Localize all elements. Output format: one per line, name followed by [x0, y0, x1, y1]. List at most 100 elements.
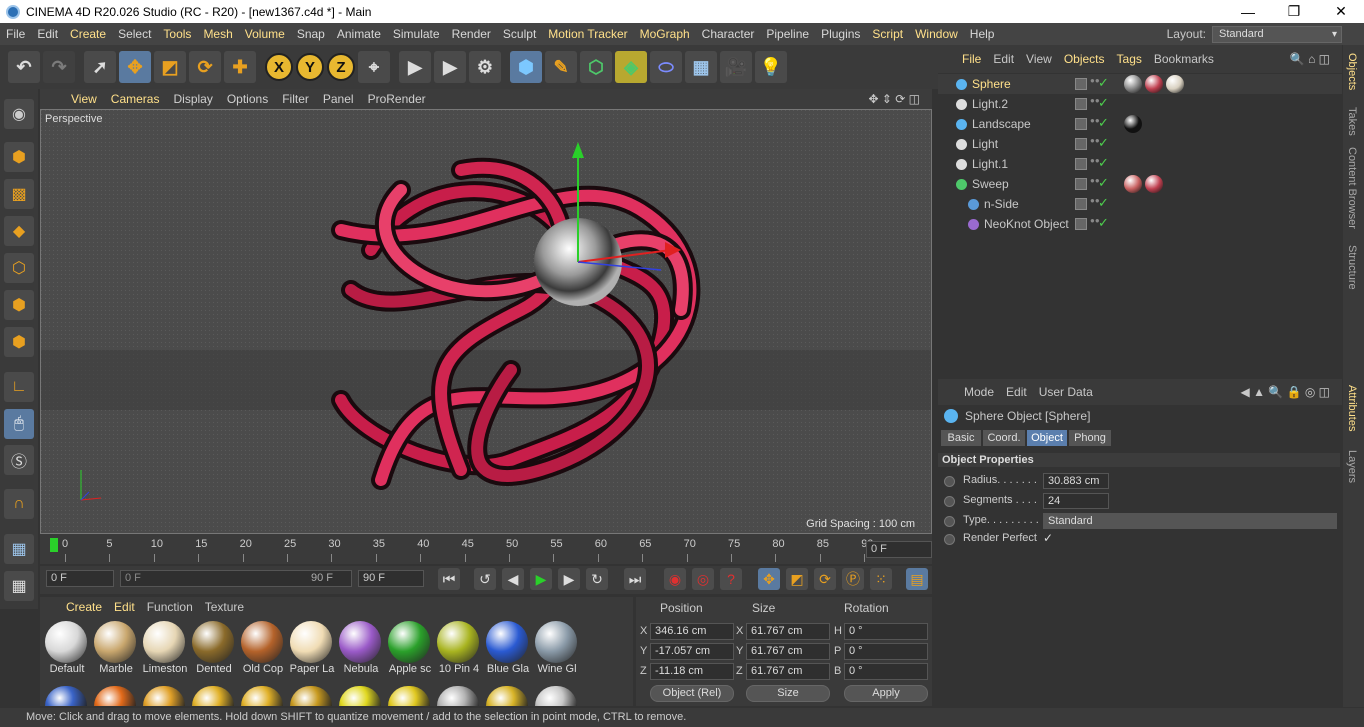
end-frame-field[interactable]: 90 F	[358, 570, 424, 587]
minimize-button[interactable]: —	[1225, 0, 1271, 23]
material-tag-icon[interactable]	[1145, 175, 1163, 193]
visibility-dots-icon[interactable]: ●●	[1090, 217, 1100, 231]
material-preview-ball[interactable]	[388, 686, 430, 706]
menu-sculpt[interactable]: Sculpt	[497, 27, 542, 41]
object-menu-objects[interactable]: Objects	[1058, 52, 1111, 66]
enabled-check-icon[interactable]: ✓	[1098, 135, 1109, 151]
animate-radio[interactable]	[944, 476, 955, 487]
layer-icon[interactable]	[1075, 98, 1087, 110]
camera-icon[interactable]: 🎥	[720, 51, 752, 83]
layer-icon[interactable]	[1075, 178, 1087, 190]
object-row[interactable]: Light ●● ✓	[938, 134, 1342, 154]
menu-mograph[interactable]: MoGraph	[634, 27, 696, 41]
render-view-icon[interactable]: ▶	[399, 51, 431, 83]
record-active-icon[interactable]: ◉	[664, 568, 686, 590]
key-parameter-icon[interactable]: Ⓟ	[842, 568, 864, 590]
frame-range-slider[interactable]: 0 F 90 F	[120, 570, 352, 587]
move-tool-icon[interactable]: ✥	[119, 51, 151, 83]
light-icon[interactable]: 💡	[755, 51, 787, 83]
previous-key-icon[interactable]: ↺	[474, 568, 496, 590]
menu-help[interactable]: Help	[964, 27, 1001, 41]
next-frame-icon[interactable]: ▶	[558, 568, 580, 590]
attribute-menu-edit[interactable]: Edit	[1000, 385, 1033, 399]
viewport-menu-prorender[interactable]: ProRender	[361, 92, 433, 106]
position-z-field[interactable]: -11.18 cm	[650, 663, 734, 680]
material-preview-ball[interactable]	[45, 686, 87, 706]
viewport-nav-icons[interactable]: ✥ ⇕ ⟳ ◫	[868, 92, 920, 106]
attribute-menu-user-data[interactable]: User Data	[1033, 385, 1099, 399]
material-menu-texture[interactable]: Texture	[199, 600, 250, 614]
previous-frame-icon[interactable]: ◀	[502, 568, 524, 590]
enabled-check-icon[interactable]: ✓	[1098, 95, 1109, 111]
coordinate-mode-dropdown[interactable]: Object (Rel)	[650, 685, 734, 702]
material-preview-ball[interactable]	[143, 686, 185, 706]
deformer-icon[interactable]: ⬭	[650, 51, 682, 83]
grid-icon[interactable]: ▦	[4, 571, 34, 601]
menu-animate[interactable]: Animate	[331, 27, 387, 41]
generator-icon[interactable]: ⬡	[580, 51, 612, 83]
viewport-menu-view[interactable]: View	[64, 92, 104, 106]
rotation-b-field[interactable]: 0 °	[844, 663, 928, 680]
menu-render[interactable]: Render	[446, 27, 497, 41]
side-tab-takes[interactable]: Takes	[1346, 107, 1358, 136]
object-menu-tags[interactable]: Tags	[1111, 52, 1148, 66]
rotation-p-field[interactable]: 0 °	[844, 643, 928, 660]
texture-mode-icon[interactable]: ▩	[4, 179, 34, 209]
tab-object[interactable]: Object	[1027, 430, 1067, 446]
make-editable-icon[interactable]: ◉	[4, 99, 34, 129]
object-menu-bookmarks[interactable]: Bookmarks	[1148, 52, 1220, 66]
play-icon[interactable]: ▶	[530, 568, 552, 590]
tab-basic[interactable]: Basic	[941, 430, 981, 446]
side-tab-attributes[interactable]: Attributes	[1346, 385, 1358, 431]
rotation-h-field[interactable]: 0 °	[844, 623, 928, 640]
object-row[interactable]: Light.1 ●● ✓	[938, 154, 1342, 174]
side-tab-content-browser[interactable]: Content Browser	[1346, 147, 1358, 229]
attribute-nav-icons[interactable]: ◀ ▲ 🔍 🔒 ◎ ◫	[1235, 385, 1336, 399]
material-preview-ball[interactable]	[339, 686, 381, 706]
tweak-mode-icon[interactable]: 🖱	[4, 409, 34, 439]
object-row[interactable]: Light.2 ●● ✓	[938, 94, 1342, 114]
menu-file[interactable]: File	[0, 27, 31, 41]
tab-coord[interactable]: Coord.	[983, 430, 1025, 446]
3d-viewport[interactable]: Perspective Grid Spacing : 100 cm	[40, 109, 932, 534]
object-row[interactable]: n-Side ●● ✓	[938, 194, 1342, 214]
material-menu-edit[interactable]: Edit	[108, 600, 141, 614]
size-z-field[interactable]: 61.767 cm	[746, 663, 830, 680]
menu-select[interactable]: Select	[112, 27, 157, 41]
layer-icon[interactable]	[1075, 78, 1087, 90]
render-perfect-checkbox[interactable]: ✓	[1043, 531, 1053, 545]
workplane-mode-icon[interactable]: ◆	[4, 216, 34, 246]
material-swatch[interactable]: Apple sc	[387, 621, 431, 683]
segments-field[interactable]: 24	[1043, 493, 1109, 509]
layout-dropdown[interactable]: Standard	[1212, 25, 1342, 43]
snap-magnet-icon[interactable]: ∩	[4, 489, 34, 519]
side-tab-structure[interactable]: Structure	[1346, 245, 1358, 290]
scale-tool-icon[interactable]: ◩	[154, 51, 186, 83]
material-preview-ball[interactable]	[535, 686, 577, 706]
visibility-dots-icon[interactable]: ●●	[1090, 77, 1100, 91]
material-swatch[interactable]: Default	[44, 621, 88, 683]
maximize-button[interactable]: ❐	[1271, 0, 1317, 23]
key-pla-icon[interactable]: ⁙	[870, 568, 892, 590]
material-preview-ball[interactable]	[290, 686, 332, 706]
workplane-lock-icon[interactable]: ▦	[4, 534, 34, 564]
side-tab-layers[interactable]: Layers	[1346, 450, 1358, 483]
menu-window[interactable]: Window	[909, 27, 964, 41]
viewport-menu-options[interactable]: Options	[220, 92, 275, 106]
menu-simulate[interactable]: Simulate	[387, 27, 446, 41]
model-mode-icon[interactable]: ⬢	[4, 142, 34, 172]
menu-character[interactable]: Character	[696, 27, 761, 41]
material-swatch[interactable]: Marble	[93, 621, 137, 683]
type-dropdown[interactable]: Standard	[1043, 513, 1337, 529]
tab-phong[interactable]: Phong	[1069, 430, 1111, 446]
menu-edit[interactable]: Edit	[31, 27, 64, 41]
material-swatch[interactable]: 10 Pin 4	[436, 621, 480, 683]
size-mode-dropdown[interactable]: Size	[746, 685, 830, 702]
size-x-field[interactable]: 61.767 cm	[746, 623, 830, 640]
material-preview-ball[interactable]	[192, 686, 234, 706]
material-preview-ball[interactable]	[94, 686, 136, 706]
object-menu-view[interactable]: View	[1020, 52, 1058, 66]
material-tag-icon[interactable]	[1145, 75, 1163, 93]
go-to-start-icon[interactable]: ⏮	[438, 568, 460, 590]
animate-radio[interactable]	[944, 516, 955, 527]
